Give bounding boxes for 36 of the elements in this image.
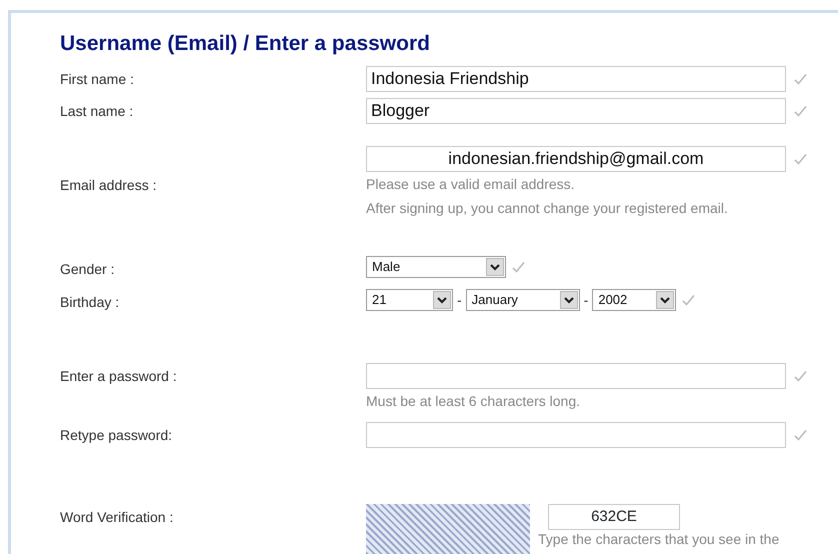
check-icon	[794, 429, 807, 441]
hint-text: Must be at least 6 characters long.	[366, 392, 581, 411]
check-icon	[794, 105, 807, 117]
dropdown-select[interactable]: January	[466, 289, 580, 311]
password-field[interactable]	[366, 422, 786, 448]
field-label: Gender :	[60, 260, 116, 279]
field-label: Birthday :	[60, 293, 120, 312]
hint-text: Please use a valid email address.	[366, 175, 576, 194]
date-separator: -	[457, 290, 462, 310]
selected-value: 21	[372, 291, 386, 310]
text-field[interactable]: Blogger	[366, 98, 786, 124]
dropdown-select[interactable]: 21	[366, 289, 453, 311]
field-label: First name :	[60, 70, 135, 89]
date-separator: -	[584, 290, 588, 310]
selected-value: Male	[372, 258, 400, 276]
check-icon	[794, 73, 807, 85]
check-icon	[682, 294, 696, 306]
selected-value: January	[472, 291, 518, 310]
check-icon	[794, 370, 807, 382]
selected-value: 2002	[598, 291, 628, 310]
field-label: Word Verification :	[60, 508, 174, 527]
dropdown-select[interactable]: Male	[366, 256, 506, 278]
password-field[interactable]	[366, 363, 786, 389]
dropdown-select[interactable]: 2002	[592, 289, 676, 311]
check-icon	[512, 261, 525, 273]
hint-text: After signing up, you cannot change your registered email.	[366, 199, 729, 218]
check-icon	[794, 153, 807, 165]
form-heading: Username (Email) / Enter a password	[60, 32, 431, 56]
field-label: Enter a password :	[60, 367, 178, 386]
verification-field[interactable]: 632CE	[548, 504, 680, 530]
text-field[interactable]: indonesian.friendship@gmail.com	[366, 146, 786, 172]
hint-text: Type the characters that you see in the	[538, 530, 780, 548]
field-label: Last name :	[60, 102, 134, 121]
text-field[interactable]: Indonesia Friendship	[366, 66, 786, 92]
field-label: Retype password:	[60, 426, 174, 445]
field-label: Email address :	[60, 176, 158, 194]
